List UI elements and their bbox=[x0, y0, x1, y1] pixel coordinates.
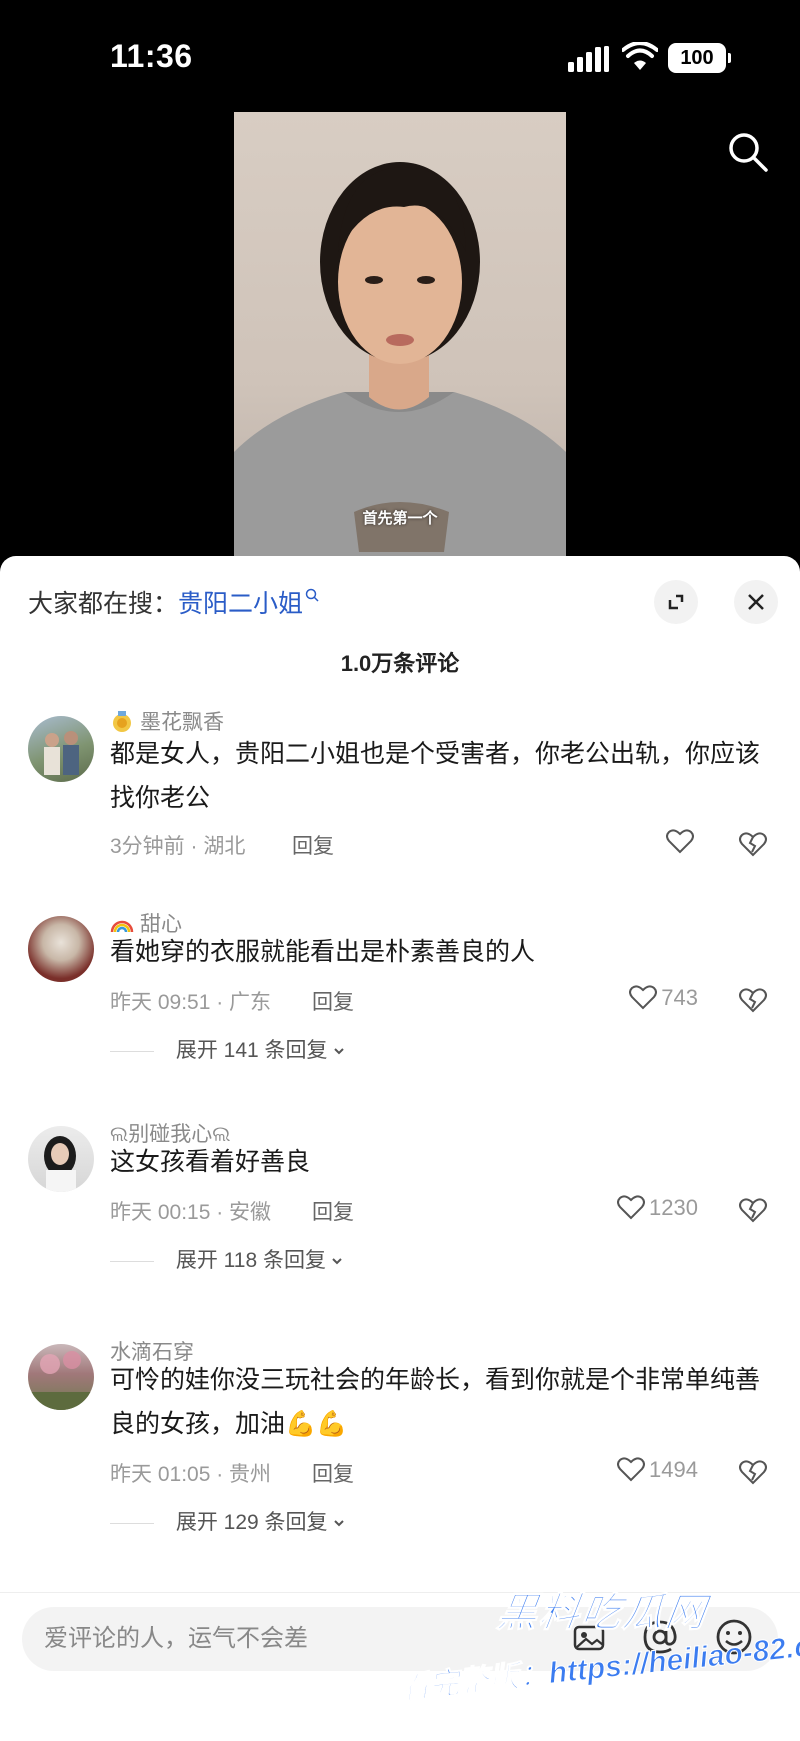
reply-button[interactable]: 回复 bbox=[312, 986, 354, 1016]
battery-indicator: 100 bbox=[668, 43, 731, 73]
medal-icon bbox=[113, 711, 131, 732]
like-button[interactable]: 743 bbox=[629, 984, 698, 1012]
video-player[interactable]: 首先第一个 bbox=[234, 112, 566, 564]
chevron-down-icon bbox=[332, 1258, 342, 1265]
like-button[interactable]: 1494 bbox=[617, 1456, 698, 1484]
comment-text: 都是女人，贵阳二小姐也是个受害者，你老公出轨，你应该找你老公 bbox=[110, 740, 761, 812]
comment-meta: 3分钟前 · 湖北 bbox=[110, 835, 246, 858]
like-count: 1494 bbox=[649, 1457, 698, 1482]
comment-count: 1.0万条评论 bbox=[340, 651, 460, 676]
like-button[interactable]: 1230 bbox=[617, 1194, 698, 1222]
expand-replies-button[interactable]: 展开 118 条回复 bbox=[110, 1244, 344, 1274]
comment-text: 可怜的娃你没三玩社会的年龄长，看到你就是个非常单纯善良的女孩，加油💪💪 bbox=[110, 1366, 761, 1438]
video-frame bbox=[234, 162, 566, 564]
avatar[interactable] bbox=[28, 916, 94, 982]
expand-icon bbox=[668, 594, 684, 610]
reply-button[interactable]: 回复 bbox=[312, 1458, 354, 1488]
heart-icon bbox=[629, 985, 658, 1010]
chevron-down-icon bbox=[333, 1048, 344, 1055]
close-icon bbox=[748, 594, 764, 610]
comment-meta: 昨天 01:05 · 贵州 bbox=[110, 1463, 272, 1486]
dislike-icon[interactable] bbox=[738, 828, 768, 858]
avatar[interactable] bbox=[28, 1344, 94, 1410]
dislike-icon[interactable] bbox=[738, 984, 768, 1014]
signal-icon bbox=[568, 46, 609, 72]
mini-search-icon bbox=[305, 588, 319, 602]
comment-text: 看她穿的衣服就能看出是朴素善良的人 bbox=[110, 938, 536, 966]
chevron-down-icon bbox=[333, 1520, 344, 1527]
like-count: 743 bbox=[661, 985, 698, 1010]
expand-replies-button[interactable]: 展开 141 条回复 bbox=[110, 1034, 346, 1064]
wifi-icon bbox=[622, 42, 658, 70]
comment-meta: 昨天 00:15 · 安徽 bbox=[110, 1201, 272, 1224]
hot-search[interactable]: 大家都在搜：贵阳二小姐 bbox=[28, 584, 319, 620]
comment-text: 这女孩看着好善良 bbox=[110, 1148, 311, 1176]
heart-icon bbox=[666, 829, 694, 854]
status-time: 11:36 bbox=[110, 38, 193, 74]
expand-replies-button[interactable]: 展开 129 条回复 bbox=[110, 1506, 346, 1536]
comment-meta: 昨天 09:51 · 广东 bbox=[110, 991, 272, 1014]
expand-button[interactable] bbox=[654, 580, 698, 624]
watermark-logo: 黑料吃瓜网 bbox=[494, 1591, 711, 1636]
search-icon[interactable] bbox=[726, 130, 770, 174]
status-bar: 11:36 100 bbox=[0, 0, 800, 110]
hot-search-prefix: 大家都在搜： bbox=[28, 590, 179, 618]
heart-icon bbox=[617, 1195, 646, 1220]
hot-search-term[interactable]: 贵阳二小姐 bbox=[178, 590, 303, 618]
close-button[interactable] bbox=[734, 580, 778, 624]
like-count: 1230 bbox=[649, 1195, 698, 1220]
heart-icon bbox=[617, 1457, 646, 1482]
comment-sheet: 大家都在搜：贵阳二小姐 1.0万条评论 墨花飘香 都是女人，贵阳二小姐也是个受害… bbox=[0, 556, 800, 1741]
dislike-icon[interactable] bbox=[738, 1456, 768, 1486]
like-button[interactable] bbox=[666, 828, 698, 856]
dislike-icon[interactable] bbox=[738, 1194, 768, 1224]
reply-button[interactable]: 回复 bbox=[292, 830, 334, 860]
reply-button[interactable]: 回复 bbox=[312, 1196, 354, 1226]
video-subtitle: 首先第一个 bbox=[362, 510, 438, 527]
avatar[interactable] bbox=[28, 716, 94, 782]
avatar[interactable] bbox=[28, 1126, 94, 1192]
sheet-header: 大家都在搜：贵阳二小姐 1.0万条评论 bbox=[0, 556, 800, 676]
